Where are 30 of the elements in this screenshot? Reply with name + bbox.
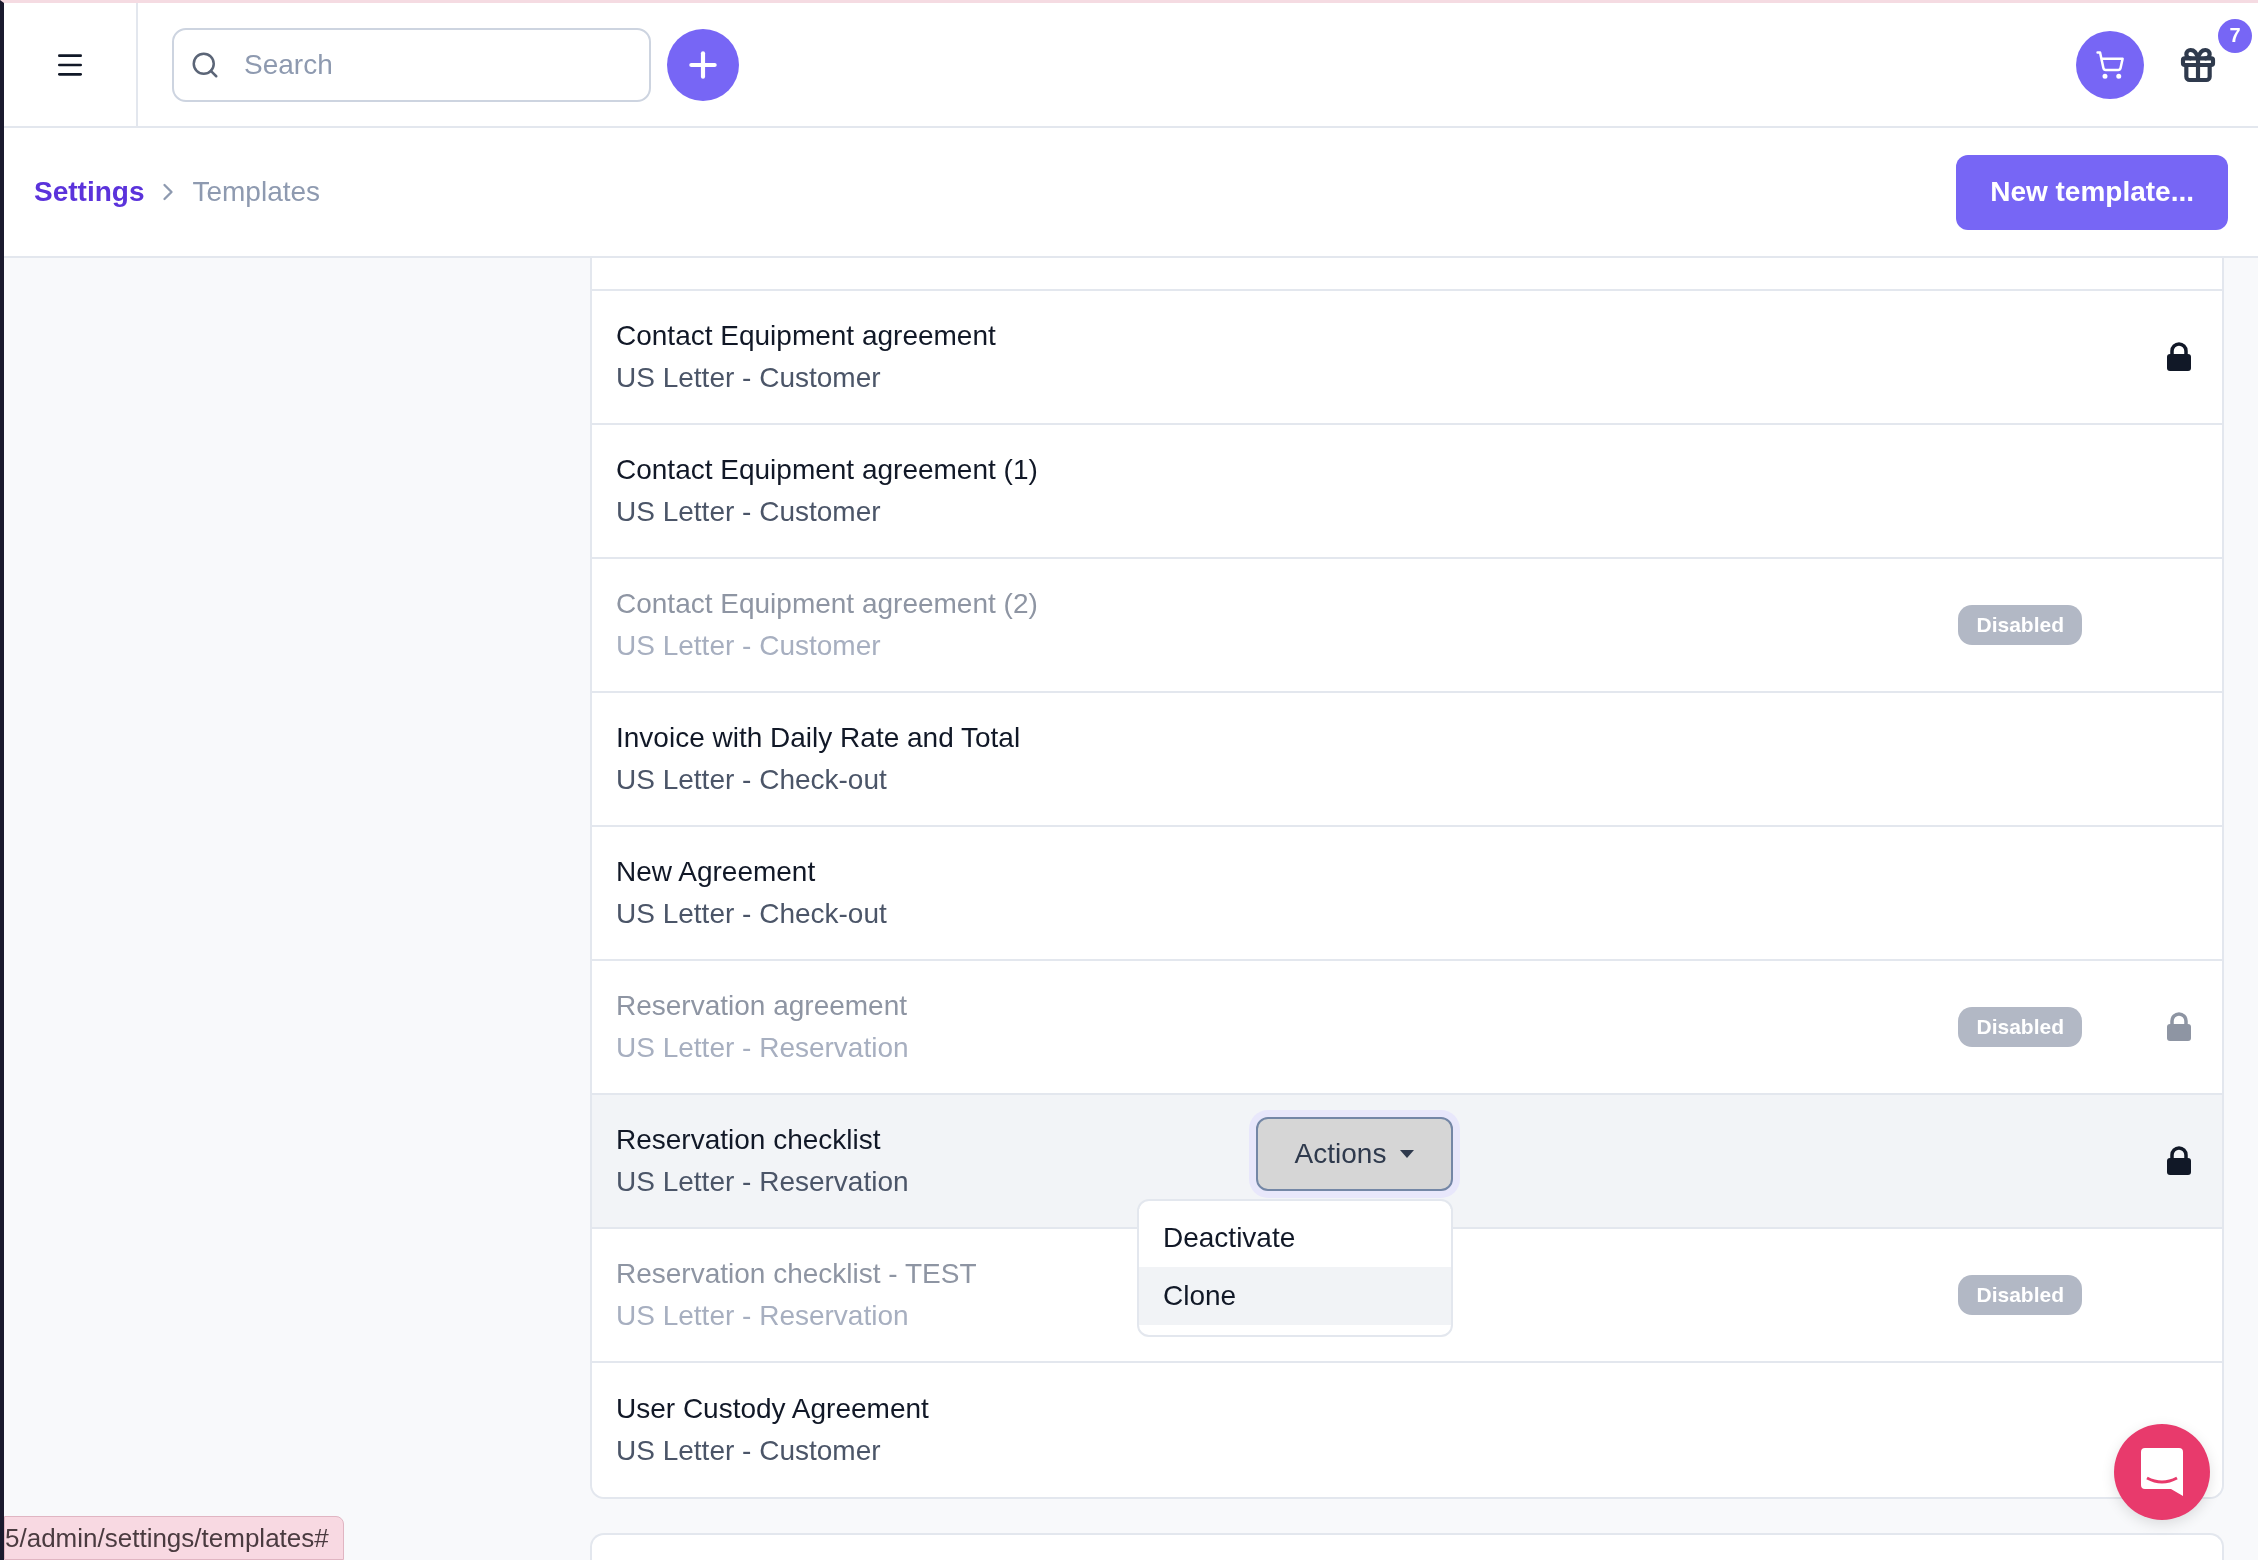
template-title: Contact Equipment agreement (2) (616, 588, 1039, 620)
template-title: Reservation checklist - TEST (616, 1258, 978, 1290)
template-subtitle: US Letter - Reservation (616, 1166, 910, 1198)
status-badge: Disabled (1958, 1275, 2082, 1315)
cart-icon (2095, 49, 2125, 80)
template-title: Contact Equipment agreement (616, 320, 997, 352)
template-subtitle: US Letter - Reservation (616, 1300, 910, 1332)
breadcrumb-link[interactable]: Settings (34, 176, 145, 208)
chat-icon (2141, 1448, 2183, 1496)
caret-icon (1400, 1150, 1415, 1158)
status-url: 5/admin/settings/templates# (4, 1516, 344, 1560)
template-title: Reservation agreement (616, 990, 909, 1022)
menu-item[interactable]: Clone (1139, 1267, 1451, 1325)
template-title: Reservation checklist (616, 1124, 882, 1156)
notification-count: 7 (2218, 18, 2252, 53)
template-subtitle: US Letter - Customer (616, 630, 882, 662)
search-field[interactable]: Search (172, 27, 651, 102)
template-subtitle: US Letter - Customer (616, 1435, 882, 1467)
template-subtitle: US Letter - Customer (616, 496, 882, 528)
template-subtitle: US Letter - Check-out (616, 898, 888, 930)
new-template-button[interactable]: New template... (1956, 154, 2228, 230)
template-subtitle: US Letter - Reservation (616, 1032, 910, 1064)
template-title: Invoice with Daily Rate and Total (616, 722, 1022, 754)
template-title: Contact Equipment agreement (1) (616, 454, 1039, 486)
status-badge: Disabled (1958, 1007, 2082, 1047)
template-title: User Custody Agreement (616, 1393, 930, 1425)
template-title: New Agreement (616, 856, 817, 888)
template-subtitle: US Letter - Check-out (616, 764, 888, 796)
status-badge: Disabled (1958, 605, 2082, 645)
template-subtitle: US Letter - Customer (616, 362, 882, 394)
